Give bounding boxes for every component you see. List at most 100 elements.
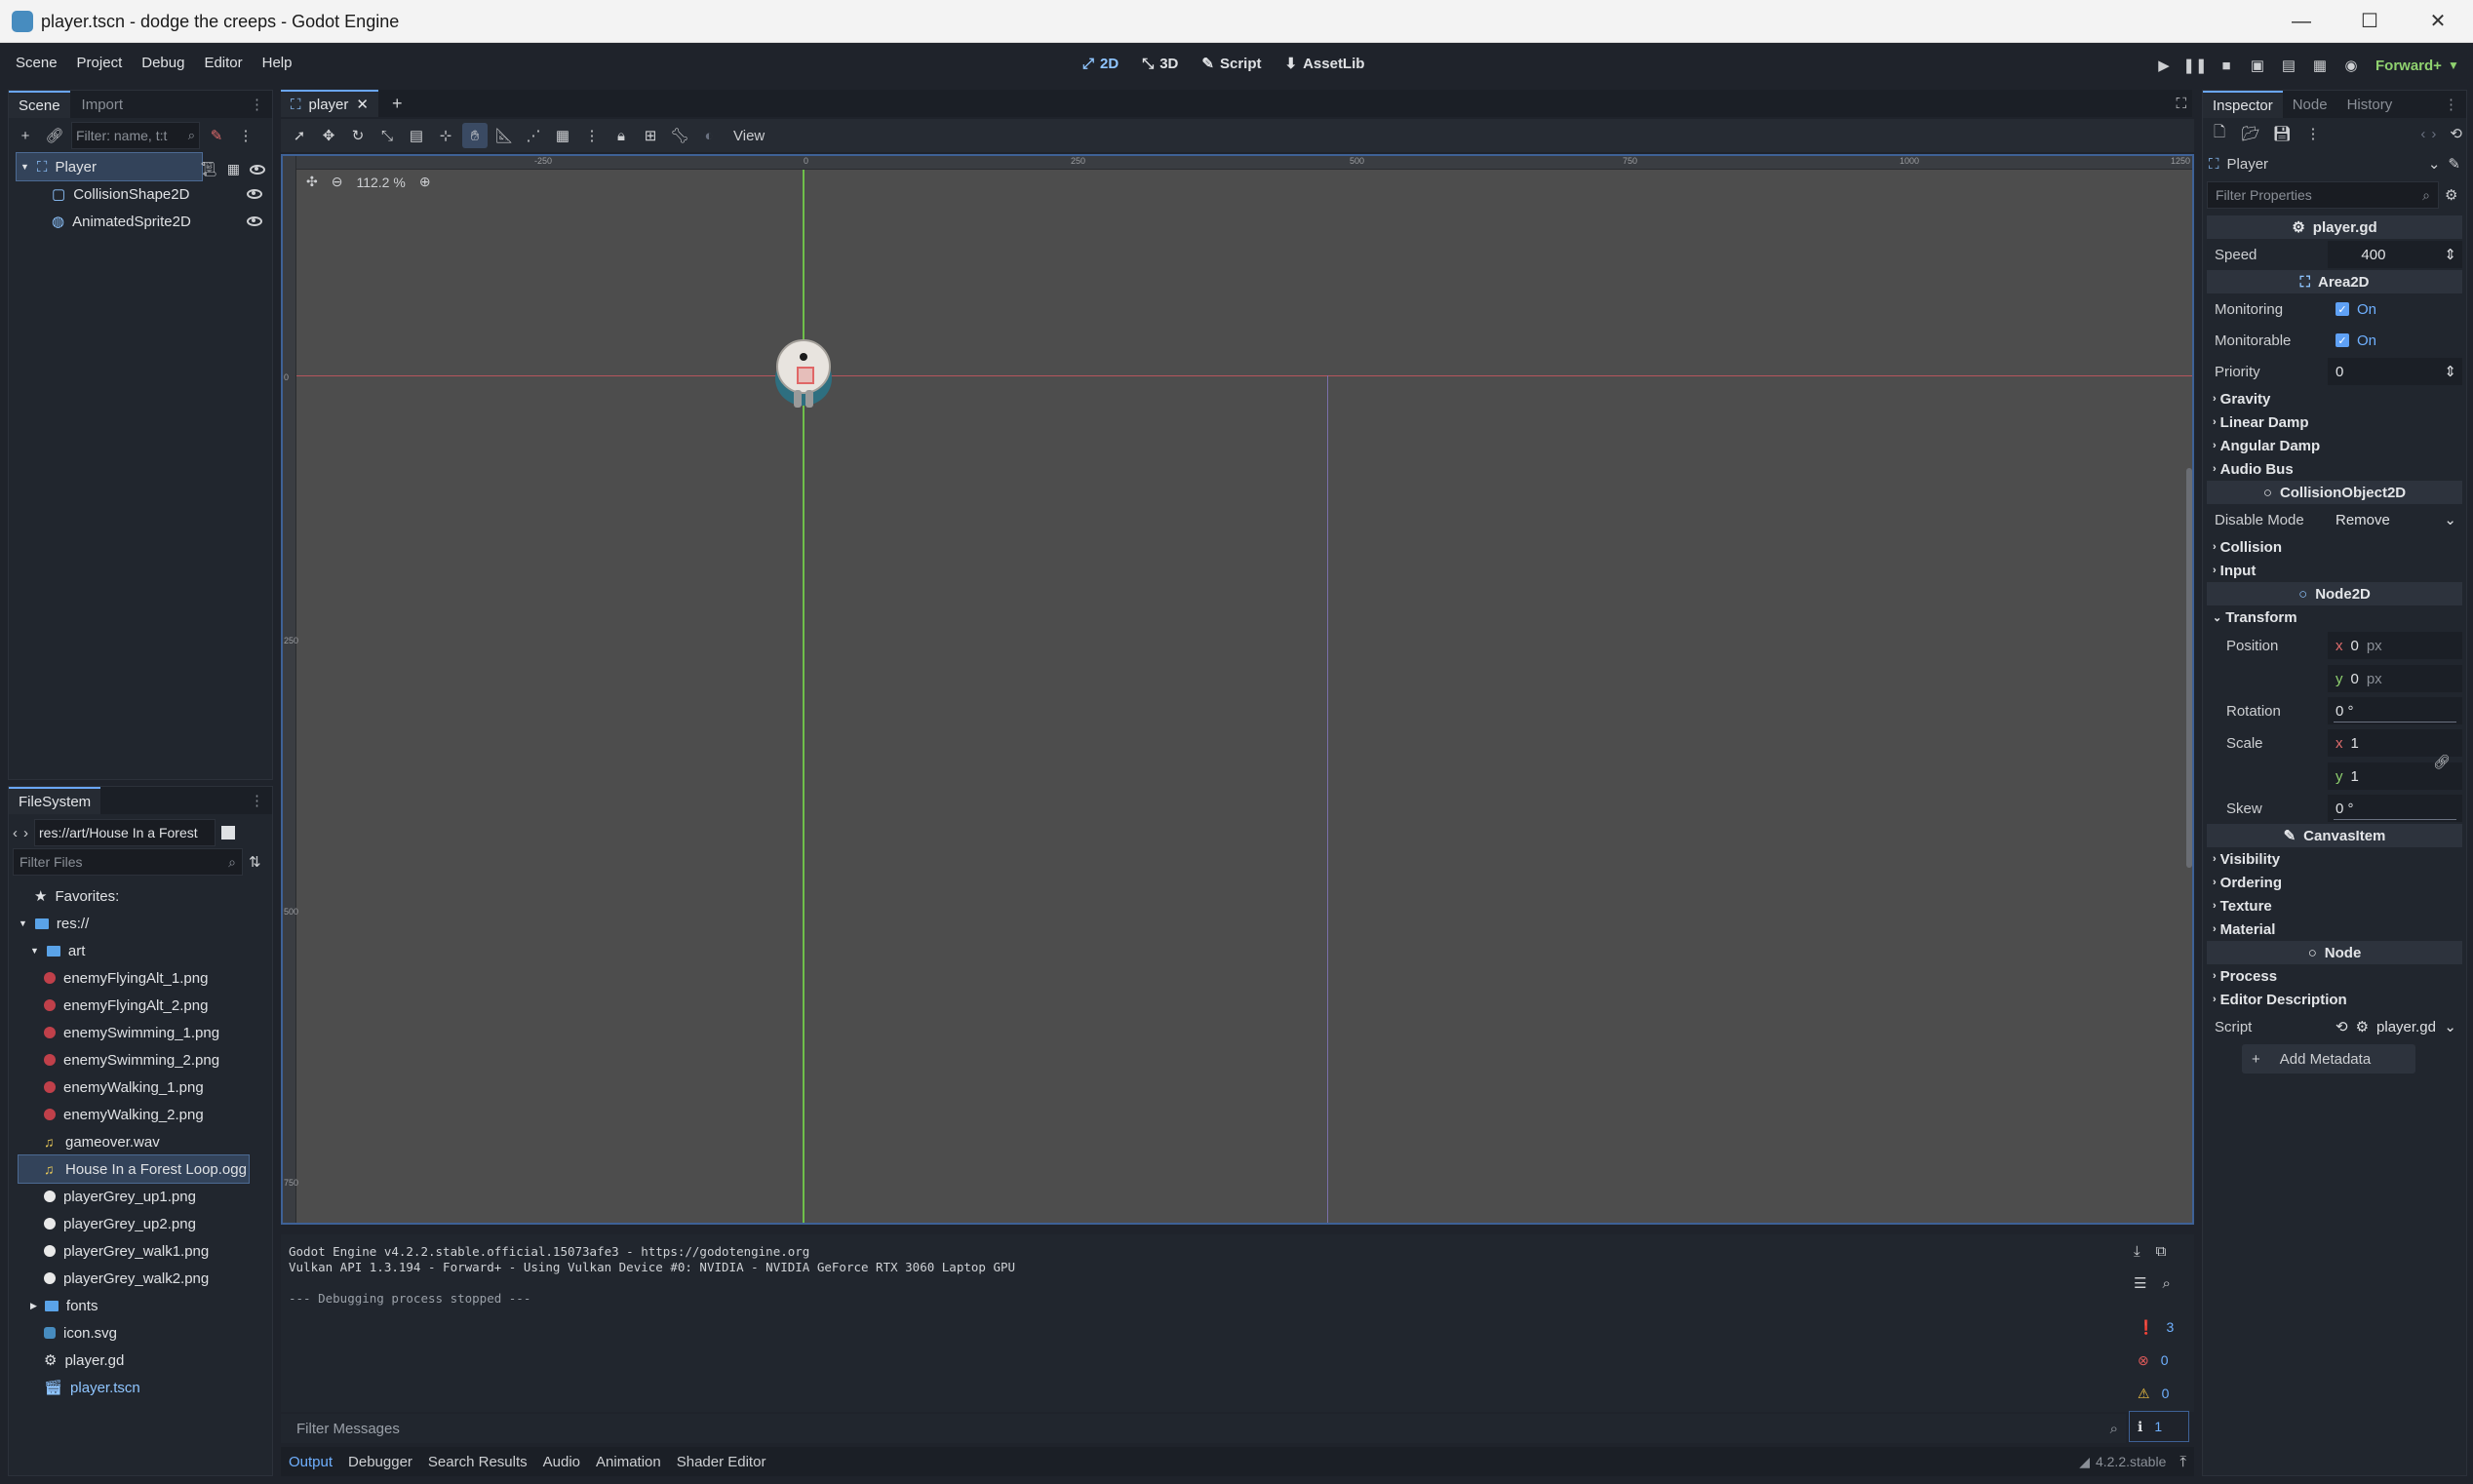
scale-mode-button[interactable]: ⤡ — [374, 123, 400, 148]
file-player-gd-row[interactable]: ⚙ player.gd — [19, 1347, 272, 1374]
section-collisionobject2d[interactable]: ○ CollisionObject2D — [2207, 481, 2462, 504]
instance-scene-button[interactable]: 🔗︎ — [42, 123, 67, 148]
select-mode-button[interactable]: ➚ — [287, 123, 312, 148]
pause-button[interactable]: ❚❚ — [2180, 51, 2210, 80]
tab-scene[interactable]: Scene — [9, 91, 70, 118]
smart-snap-button[interactable]: ⋰ — [521, 123, 546, 148]
position-y-field[interactable]: y 0 px — [2328, 665, 2462, 692]
group-linear-damp[interactable]: › Linear Damp — [2207, 410, 2462, 434]
object-history-icon[interactable]: ⟲ — [2450, 125, 2462, 142]
link-scale-icon[interactable]: 🔗︎ — [2433, 754, 2451, 770]
tab-animation[interactable]: Animation — [588, 1447, 669, 1476]
workspace-script-button[interactable]: ✎ Script — [1192, 55, 1271, 73]
section-area2d[interactable]: ⛶ Area2D — [2207, 270, 2462, 293]
file-row[interactable]: playerGrey_walk1.png — [19, 1237, 272, 1265]
fonts-folder-row[interactable]: ▶ fonts — [19, 1292, 272, 1319]
pivot-mode-button[interactable]: ⊹ — [433, 123, 458, 148]
group-collision[interactable]: › Collision — [2207, 535, 2462, 559]
reload-icon[interactable]: ⟲ — [2336, 1018, 2348, 1035]
stop-button[interactable]: ■ — [2212, 51, 2241, 80]
file-row[interactable]: enemyWalking_2.png — [19, 1101, 272, 1128]
new-scene-tab-button[interactable]: + — [392, 94, 403, 114]
section-node[interactable]: ○ Node — [2207, 941, 2462, 964]
monitoring-checkbox[interactable]: ✓ On — [2328, 295, 2462, 323]
group-angular-damp[interactable]: › Angular Damp — [2207, 434, 2462, 457]
group-audio-bus[interactable]: › Audio Bus — [2207, 457, 2462, 481]
dock-menu-icon[interactable]: ⋮ — [250, 96, 264, 113]
workspace-2d-button[interactable]: ⤢ 2D — [1073, 56, 1128, 72]
distraction-free-button[interactable]: ⛶ — [2176, 96, 2186, 112]
file-row[interactable]: enemyFlyingAlt_2.png — [19, 992, 272, 1019]
file-row[interactable]: ♫ House In a Forest Loop.ogg — [18, 1154, 250, 1184]
rotate-mode-button[interactable]: ↻ — [345, 123, 371, 148]
chevron-down-icon[interactable]: ⌄ — [2428, 155, 2441, 173]
workspace-3d-button[interactable]: ⤡ 3D — [1132, 56, 1188, 72]
group-input[interactable]: › Input — [2207, 559, 2462, 582]
close-window-button[interactable]: ✕ — [2418, 8, 2457, 35]
section-node2d[interactable]: ○ Node2D — [2207, 582, 2462, 605]
object-properties-icon[interactable]: ✎ — [2448, 155, 2460, 173]
selectable-list-button[interactable]: ▤ — [404, 123, 429, 148]
viewport-vertical-scrollbar[interactable] — [2186, 468, 2192, 868]
script-node-icon[interactable]: 📜︎ — [200, 161, 217, 177]
split-mode-icon[interactable] — [221, 826, 235, 840]
zoom-level[interactable]: 112.2 % — [356, 175, 405, 190]
tab-inspector[interactable]: Inspector — [2203, 91, 2283, 118]
menu-editor[interactable]: Editor — [194, 55, 252, 71]
section-canvasitem[interactable]: ✎ CanvasItem — [2207, 824, 2462, 847]
group-transform[interactable]: ⌄ Transform — [2207, 605, 2462, 629]
file-row[interactable]: enemySwimming_2.png — [19, 1046, 272, 1074]
dock-menu-icon[interactable]: ⋮ — [250, 792, 264, 809]
file-row[interactable]: ♫ gameover.wav — [19, 1128, 272, 1155]
menu-project[interactable]: Project — [67, 55, 133, 71]
add-node-button[interactable]: + — [13, 123, 38, 148]
play-project-button[interactable]: ▶ — [2149, 51, 2179, 80]
tab-debugger[interactable]: Debugger — [340, 1447, 420, 1476]
visibility-eye-icon[interactable] — [250, 164, 266, 175]
skew-slider[interactable]: 0 ° — [2328, 795, 2462, 822]
group-material[interactable]: › Material — [2207, 918, 2462, 941]
view-menu-button[interactable]: View — [726, 128, 772, 144]
file-row[interactable]: enemyFlyingAlt_1.png — [19, 964, 272, 992]
2d-viewport[interactable]: -250 0 250 500 750 1000 1250 0 250 500 7… — [281, 154, 2194, 1225]
tree-node-animatedsprite2d[interactable]: ◍ AnimatedSprite2D — [17, 208, 272, 235]
path-input[interactable]: res://art/House In a Forest — [34, 819, 216, 846]
resource-options-button[interactable]: ⋮ — [2300, 121, 2326, 146]
renderer-select[interactable]: Forward+ — [2375, 58, 2442, 74]
scene-filter-input[interactable]: Filter: name, t:t ⌕ — [71, 122, 200, 149]
visibility-eye-icon[interactable] — [247, 216, 262, 226]
ruler-mode-button[interactable]: 📐︎ — [491, 123, 517, 148]
load-resource-button[interactable]: 📂︎ — [2238, 121, 2263, 146]
filter-messages-input[interactable]: Filter Messages ⌕ — [289, 1415, 2126, 1442]
tree-node-player[interactable]: ▼ ⛶ Player — [16, 152, 203, 181]
favorites-row[interactable]: ★ Favorites: — [19, 882, 272, 910]
art-folder-row[interactable]: ▼ art — [19, 937, 272, 964]
add-metadata-button[interactable]: + Add Metadata — [2242, 1044, 2415, 1074]
player-sprite[interactable] — [773, 339, 834, 410]
inspected-node-name[interactable]: Player — [2227, 156, 2269, 173]
file-row[interactable]: enemySwimming_1.png — [19, 1019, 272, 1046]
scale-x-field[interactable]: x1 — [2328, 729, 2462, 757]
file-player-tscn-row[interactable]: 🎬︎ player.tscn — [19, 1374, 272, 1401]
log-count-toggle[interactable]: ❗ 3 — [2130, 1312, 2188, 1342]
pan-mode-button[interactable]: ✋︎ — [462, 123, 488, 148]
rotation-slider[interactable]: 0 ° — [2328, 697, 2462, 724]
collapse-duplicates-button[interactable]: ☰ — [2134, 1274, 2146, 1292]
search-output-button[interactable]: ⌕ — [2162, 1275, 2170, 1292]
tab-output[interactable]: Output — [281, 1447, 340, 1476]
menu-scene[interactable]: Scene — [6, 55, 67, 71]
group-node-icon[interactable]: ▦ — [227, 161, 240, 177]
position-x-field[interactable]: x 0 px — [2328, 632, 2462, 659]
priority-spinbox[interactable]: 0 ⇕ — [2328, 358, 2462, 385]
info-count-toggle[interactable]: ℹ1 — [2129, 1411, 2189, 1442]
tab-search-results[interactable]: Search Results — [420, 1447, 535, 1476]
tree-node-collisionshape2d[interactable]: ▢ CollisionShape2D — [17, 180, 272, 208]
tab-node[interactable]: Node — [2283, 91, 2337, 118]
play-custom-scene-button[interactable]: ▦ — [2305, 51, 2335, 80]
property-options-icon[interactable]: ⚙ — [2445, 186, 2457, 204]
group-ordering[interactable]: › Ordering — [2207, 871, 2462, 894]
back-arrow-icon[interactable]: ‹ — [13, 825, 18, 841]
clear-output-button[interactable]: ⧉ — [2156, 1243, 2167, 1260]
new-resource-button[interactable]: 🗋︎ — [2207, 121, 2232, 146]
scene-options-button[interactable]: ⋮ — [233, 123, 258, 148]
